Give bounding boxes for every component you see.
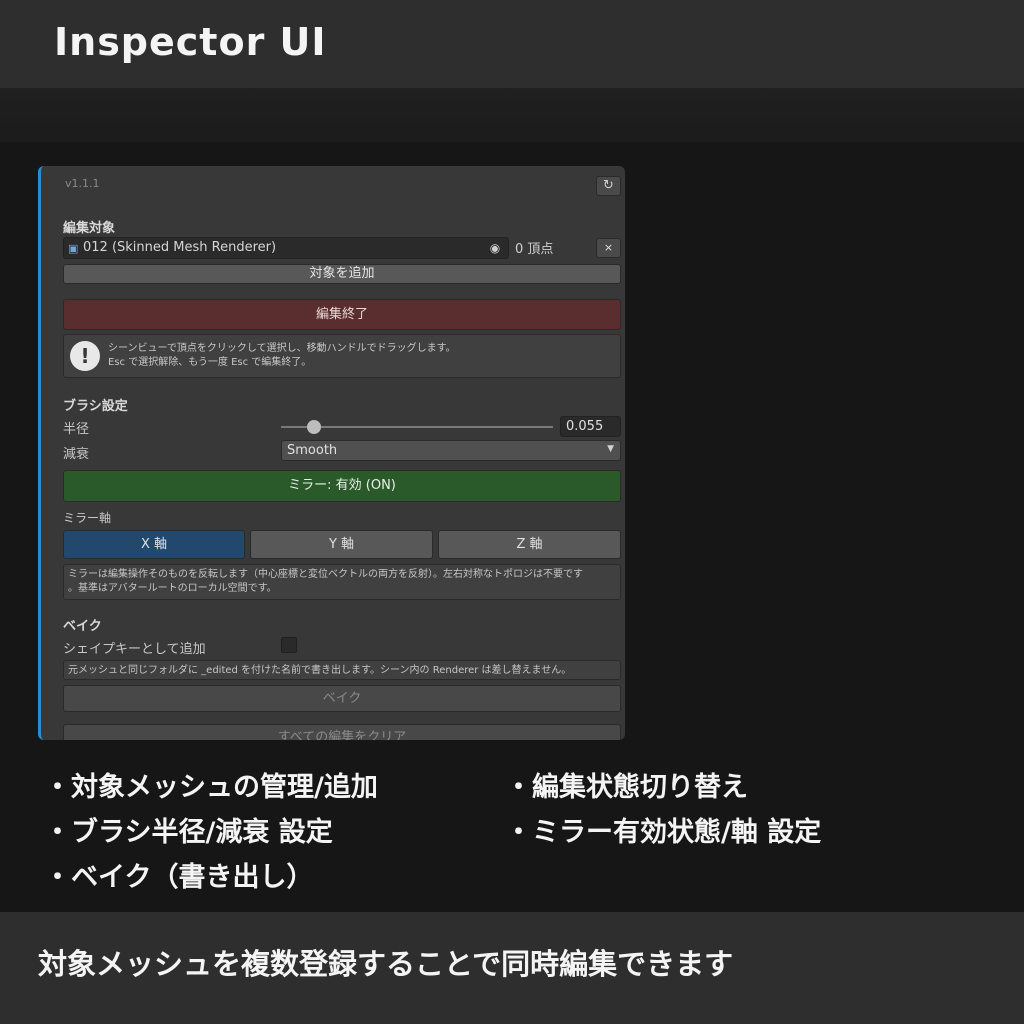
target-object-name: 012 (Skinned Mesh Renderer) bbox=[83, 240, 277, 255]
target-section-title: 編集対象 bbox=[63, 221, 116, 236]
clear-all-button[interactable]: すべての編集をクリア bbox=[63, 724, 621, 740]
mirror-note-line-1: ミラーは編集操作そのものを反転します（中心座標と変位ベクトルの両方を反射）。左右… bbox=[68, 569, 583, 580]
falloff-dropdown[interactable]: Smooth ▼ bbox=[281, 440, 621, 461]
radius-label: 半径 bbox=[63, 422, 90, 437]
brush-section-title: ブラシ設定 bbox=[63, 399, 128, 414]
remove-target-button[interactable]: × bbox=[596, 238, 621, 258]
page-title: Inspector UI bbox=[54, 20, 327, 64]
feature-item: ・ベイク（書き出し） bbox=[44, 862, 314, 893]
mirror-axis-x-button[interactable]: X 軸 bbox=[63, 530, 245, 559]
object-picker-icon[interactable]: ◉ bbox=[486, 240, 504, 256]
header-bar: Inspector UI bbox=[0, 0, 1024, 88]
radius-slider-track[interactable] bbox=[281, 426, 553, 428]
help-line-1: シーンビューで頂点をクリックして選択し、移動ハンドルでドラッグします。 bbox=[108, 343, 456, 354]
radius-slider-handle[interactable] bbox=[307, 420, 321, 434]
footer-caption: 対象メッシュを複数登録することで同時編集できます bbox=[38, 947, 734, 981]
bake-note: 元メッシュと同じフォルダに _edited を付けた名前で書き出します。シーン内… bbox=[63, 660, 621, 680]
mesh-icon: ▣ bbox=[68, 242, 79, 255]
add-target-button[interactable]: 対象を追加 bbox=[63, 264, 621, 284]
target-object-field[interactable]: ▣ 012 (Skinned Mesh Renderer) ◉ bbox=[63, 237, 509, 259]
inspector-panel: v1.1.1 ↻ 編集対象 ▣ 012 (Skinned Mesh Render… bbox=[38, 166, 625, 740]
shade-band bbox=[0, 88, 1024, 142]
edit-end-button[interactable]: 編集終了 bbox=[63, 299, 621, 330]
mirror-note-line-2: 。基準はアバタールートのローカル空間です。 bbox=[68, 583, 277, 594]
chevron-down-icon: ▼ bbox=[607, 444, 614, 454]
exclamation-icon: ! bbox=[70, 341, 100, 371]
mirror-axis-z-button[interactable]: Z 軸 bbox=[438, 530, 621, 559]
bake-button[interactable]: ベイク bbox=[63, 685, 621, 712]
help-box: ! シーンビューで頂点をクリックして選択し、移動ハンドルでドラッグします。 Es… bbox=[63, 334, 621, 378]
help-line-2: Esc で選択解除、もう一度 Esc で編集終了。 bbox=[108, 357, 312, 368]
mirror-note: ミラーは編集操作そのものを反転します（中心座標と変位ベクトルの両方を反射）。左右… bbox=[63, 564, 621, 600]
bake-section-title: ベイク bbox=[63, 619, 102, 634]
refresh-icon: ↻ bbox=[603, 178, 614, 193]
refresh-button[interactable]: ↻ bbox=[596, 176, 621, 196]
feature-item: ・ブラシ半径/減衰 設定 bbox=[44, 817, 333, 848]
mirror-toggle-button[interactable]: ミラー: 有効 (ON) bbox=[63, 470, 621, 502]
shapekey-checkbox[interactable] bbox=[281, 637, 297, 653]
feature-item: ・編集状態切り替え bbox=[505, 772, 748, 803]
mirror-axis-title: ミラー軸 bbox=[63, 511, 112, 525]
radius-value-field[interactable]: 0.055 bbox=[560, 416, 621, 437]
version-label: v1.1.1 bbox=[65, 177, 100, 190]
shapekey-label: シェイプキーとして追加 bbox=[63, 642, 206, 657]
feature-item: ・対象メッシュの管理/追加 bbox=[44, 772, 378, 803]
vertex-count: 0 頂点 bbox=[515, 242, 554, 257]
falloff-value: Smooth bbox=[287, 443, 338, 458]
mirror-axis-y-button[interactable]: Y 軸 bbox=[250, 530, 433, 559]
feature-item: ・ミラー有効状態/軸 設定 bbox=[505, 817, 822, 848]
falloff-label: 減衰 bbox=[63, 447, 90, 462]
